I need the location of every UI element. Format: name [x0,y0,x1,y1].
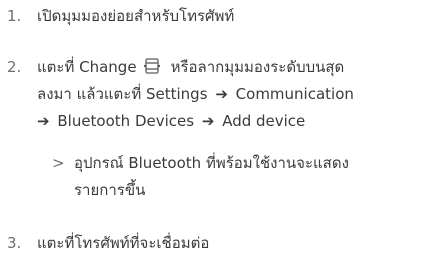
step-text-change: แตะที่ Change [37,58,137,76]
arrow-right-icon: ➔ [201,112,215,130]
step-text: แตะที่โทรศัพท์ที่จะเชื่อมต่อ [37,234,210,252]
step-text-bluetooth-devices: Bluetooth Devices [57,112,195,130]
result-text-line-1: อุปกรณ์ Bluetooth ที่พร้อมใช้งานจะแสดง [74,154,349,172]
result-marker: > [52,154,65,172]
step-text: เปิดมุมมองย่อยสำหรับโทรศัพท์ [37,7,235,25]
step-number: 2. [7,58,22,76]
step-text-settings: ลงมา แล้วแตะที่ Settings [37,85,208,103]
arrow-right-icon: ➔ [37,112,50,130]
step-text-add-device: Add device [222,112,306,130]
step-text-drag: หรือลากมุมมองระดับบนสุด [170,58,345,76]
result-text-line-2: รายการขึ้น [74,181,146,199]
arrow-right-icon: ➔ [215,85,228,103]
step-number: 3. [7,234,22,252]
step-number: 1. [7,7,22,25]
step-line-1: แตะที่ Change หรือลากมุมมองระดับบนสุด [37,57,344,77]
change-icon [143,57,161,75]
step-text-communication: Communication [235,85,354,103]
